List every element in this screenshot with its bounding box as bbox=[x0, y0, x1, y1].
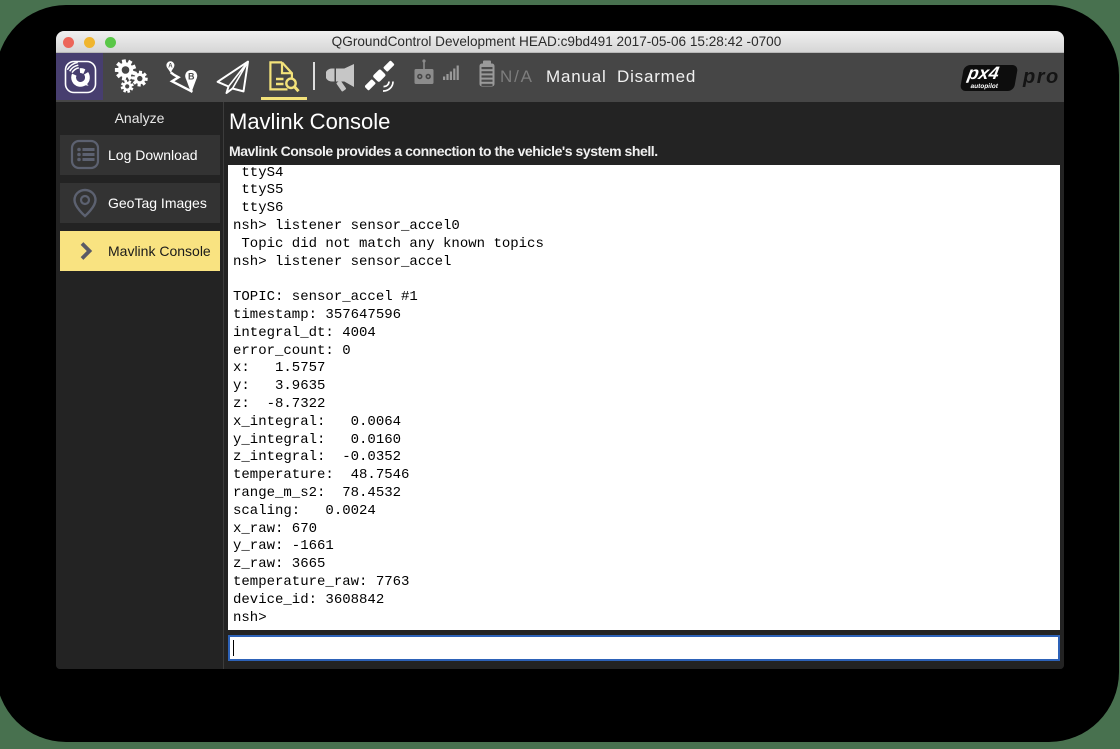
svg-text:B: B bbox=[188, 71, 195, 81]
svg-text:A: A bbox=[168, 64, 173, 70]
